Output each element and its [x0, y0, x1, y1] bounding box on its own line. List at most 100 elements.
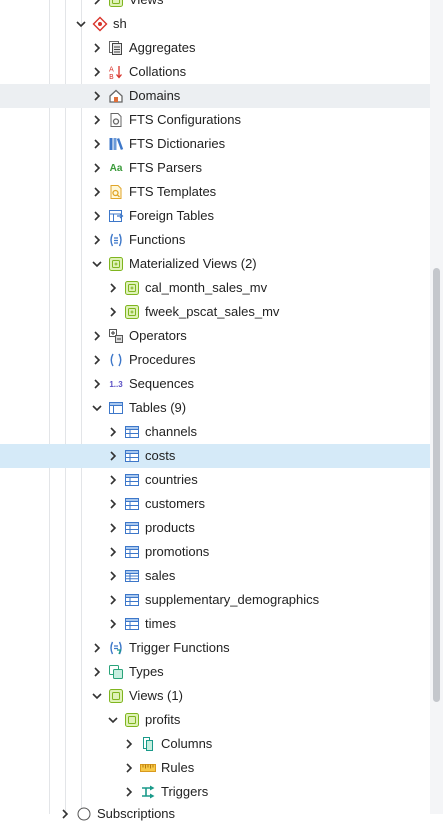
materialized-view-icon — [124, 280, 140, 296]
tree-node-fts-parsers[interactable]: Aa FTS Parsers — [0, 156, 430, 180]
chevron-right-icon[interactable] — [90, 41, 104, 55]
tree-node-triggers[interactable]: Triggers — [0, 780, 430, 804]
foreign-table-icon — [108, 208, 124, 224]
tree-node-fts-configurations[interactable]: FTS Configurations — [0, 108, 430, 132]
view-icon — [108, 0, 124, 8]
tree-node-table-products[interactable]: products — [0, 516, 430, 540]
tree-node-sequences[interactable]: 1..3 Sequences — [0, 372, 430, 396]
chevron-right-icon[interactable] — [90, 113, 104, 127]
chevron-right-icon[interactable] — [106, 473, 120, 487]
tree-node-label: Rules — [161, 760, 195, 775]
tree-node-label: Tables (9) — [129, 400, 187, 415]
tree-node-label: Functions — [129, 232, 186, 247]
tree-node-table-promotions[interactable]: promotions — [0, 540, 430, 564]
tree-node-materialized-views[interactable]: Materialized Views (2) — [0, 252, 430, 276]
tree-node-fts-dictionaries[interactable]: FTS Dictionaries — [0, 132, 430, 156]
tree-node-aggregates[interactable]: Aggregates — [0, 36, 430, 60]
chevron-right-icon[interactable] — [90, 665, 104, 679]
columns-icon — [140, 736, 156, 752]
tree-node-views-top[interactable]: Views — [0, 0, 430, 12]
tree-node-collations[interactable]: AB Collations — [0, 60, 430, 84]
table-icon — [124, 424, 140, 440]
subscription-icon — [76, 806, 92, 822]
chevron-right-icon[interactable] — [90, 0, 104, 7]
chevron-right-icon[interactable] — [122, 737, 136, 751]
tree-node-table-sales[interactable]: sales — [0, 564, 430, 588]
chevron-right-icon[interactable] — [90, 185, 104, 199]
tree-node-label: profits — [145, 712, 181, 727]
chevron-right-icon[interactable] — [106, 545, 120, 559]
partitioned-table-icon — [124, 568, 140, 584]
chevron-right-icon[interactable] — [90, 641, 104, 655]
chevron-right-icon[interactable] — [90, 377, 104, 391]
table-icon — [124, 616, 140, 632]
tree-node-table-channels[interactable]: channels — [0, 420, 430, 444]
chevron-right-icon[interactable] — [58, 807, 72, 821]
tree-node-mv-cal-month-sales[interactable]: cal_month_sales_mv — [0, 276, 430, 300]
tree-node-label: Trigger Functions — [129, 640, 230, 655]
tree-node-functions[interactable]: Functions — [0, 228, 430, 252]
chevron-right-icon[interactable] — [90, 329, 104, 343]
tree-node-subscriptions[interactable]: Subscriptions — [0, 802, 430, 826]
tree-node-table-supplementary-demographics[interactable]: supplementary_demographics — [0, 588, 430, 612]
tree-node-table-times[interactable]: times — [0, 612, 430, 636]
chevron-right-icon[interactable] — [90, 353, 104, 367]
chevron-right-icon[interactable] — [106, 617, 120, 631]
tree-node-label: cal_month_sales_mv — [145, 280, 268, 295]
tree-node-label: supplementary_demographics — [145, 592, 320, 607]
chevron-right-icon[interactable] — [106, 305, 120, 319]
tree-node-operators[interactable]: Operators — [0, 324, 430, 348]
tree-node-table-costs[interactable]: costs — [0, 444, 443, 468]
tree-node-table-customers[interactable]: customers — [0, 492, 430, 516]
tree-node-label: channels — [145, 424, 198, 439]
tables-icon — [108, 400, 124, 416]
tree-node-label: FTS Dictionaries — [129, 136, 226, 151]
chevron-down-icon[interactable] — [90, 257, 104, 271]
tree-node-label: Procedures — [129, 352, 196, 367]
tree-node-schema-sh[interactable]: sh — [0, 12, 430, 36]
tree-node-fts-templates[interactable]: FTS Templates — [0, 180, 430, 204]
tree-node-label: Columns — [161, 736, 213, 751]
tree-node-view-profits[interactable]: profits — [0, 708, 430, 732]
chevron-right-icon[interactable] — [106, 521, 120, 535]
chevron-down-icon[interactable] — [106, 713, 120, 727]
tree-node-label: sales — [145, 568, 176, 583]
tree-node-tables[interactable]: Tables (9) — [0, 396, 430, 420]
collation-icon: AB — [108, 64, 124, 80]
tree-node-views[interactable]: Views (1) — [0, 684, 430, 708]
chevron-right-icon[interactable] — [122, 761, 136, 775]
chevron-right-icon[interactable] — [90, 65, 104, 79]
tree-node-trigger-functions[interactable]: Trigger Functions — [0, 636, 430, 660]
chevron-right-icon[interactable] — [106, 425, 120, 439]
trigger-icon — [140, 784, 156, 800]
view-icon — [124, 712, 140, 728]
tree-node-procedures[interactable]: Procedures — [0, 348, 430, 372]
tree-node-label: Domains — [129, 88, 181, 103]
table-icon — [124, 448, 140, 464]
tree-node-columns[interactable]: Columns — [0, 732, 430, 756]
chevron-right-icon[interactable] — [106, 593, 120, 607]
tree-node-mv-fweek-pscat-sales[interactable]: fweek_pscat_sales_mv — [0, 300, 430, 324]
tree-node-table-countries[interactable]: countries — [0, 468, 430, 492]
tree-node-label: FTS Templates — [129, 184, 217, 199]
chevron-right-icon[interactable] — [90, 89, 104, 103]
chevron-right-icon[interactable] — [90, 209, 104, 223]
chevron-right-icon[interactable] — [122, 785, 136, 799]
tree-node-types[interactable]: Types — [0, 660, 430, 684]
tree-node-label: FTS Configurations — [129, 112, 241, 127]
chevron-right-icon[interactable] — [90, 233, 104, 247]
chevron-right-icon[interactable] — [90, 161, 104, 175]
chevron-down-icon[interactable] — [74, 17, 88, 31]
scrollbar-thumb[interactable] — [433, 268, 440, 702]
tree-node-domains[interactable]: Domains — [0, 84, 443, 108]
chevron-right-icon[interactable] — [106, 497, 120, 511]
tree-node-label: Views (1) — [129, 688, 183, 703]
chevron-right-icon[interactable] — [106, 281, 120, 295]
chevron-down-icon[interactable] — [90, 401, 104, 415]
chevron-down-icon[interactable] — [90, 689, 104, 703]
chevron-right-icon[interactable] — [106, 569, 120, 583]
chevron-right-icon[interactable] — [106, 449, 120, 463]
tree-node-foreign-tables[interactable]: Foreign Tables — [0, 204, 430, 228]
tree-node-rules[interactable]: Rules — [0, 756, 430, 780]
chevron-right-icon[interactable] — [90, 137, 104, 151]
